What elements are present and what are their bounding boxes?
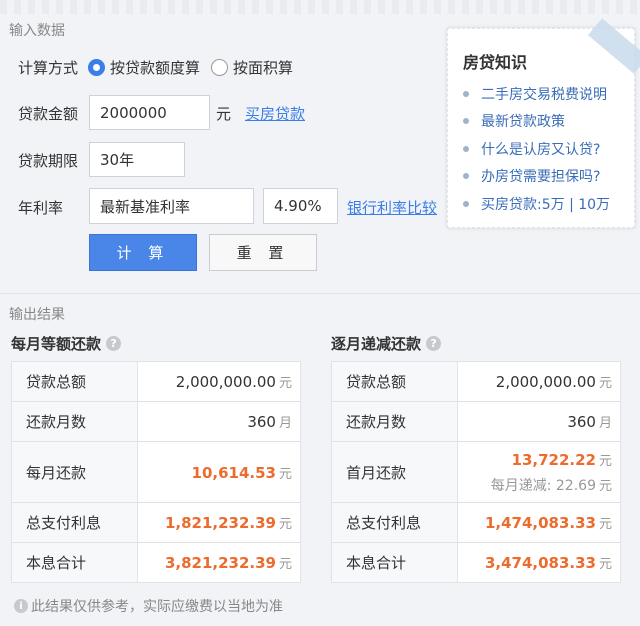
radio-by-loan-amount[interactable]: 按贷款额度算	[88, 57, 200, 78]
bullet-icon	[463, 173, 469, 180]
reset-button[interactable]: 重 置	[209, 234, 317, 271]
help-icon[interactable]: ?	[426, 336, 442, 351]
table-row: 还款月数 360 月	[11, 401, 301, 442]
loan-amount-label: 贷款金额	[18, 105, 79, 123]
row-value: 3,474,083.33 元	[457, 542, 621, 583]
output-section-title: 输出结果	[9, 307, 65, 323]
row-value: 2,000,000.00 元	[137, 361, 301, 402]
rate-value-input[interactable]: 4.90%	[263, 188, 338, 224]
table-row: 本息合计 3,474,083.33 元	[331, 542, 621, 583]
row-key: 还款月数	[331, 401, 458, 442]
row-value: 1,821,232.39 元	[137, 502, 301, 543]
rate-type-select[interactable]: 最新基准利率	[89, 188, 254, 224]
equal-payment-title: 每月等额还款 ?	[11, 333, 122, 354]
bullet-icon	[463, 118, 469, 125]
interest-rate-label: 年利率	[18, 199, 64, 217]
section-divider	[0, 293, 640, 294]
table-row: 贷款总额 2,000,000.00 元	[331, 361, 621, 402]
loan-amount-unit: 元	[216, 105, 232, 123]
knowledge-item-guarantee[interactable]: 办房贷需要担保吗?	[463, 163, 610, 191]
row-value: 2,000,000.00 元	[457, 361, 621, 402]
row-value: 1,474,083.33 元	[457, 502, 621, 543]
buy-house-loan-link[interactable]: 买房贷款	[245, 103, 305, 124]
row-value: 10,614.53 元	[137, 441, 301, 503]
row-key: 贷款总额	[11, 361, 138, 402]
table-row: 总支付利息 1,821,232.39 元	[11, 502, 301, 543]
loan-term-select[interactable]: 30年	[89, 142, 185, 177]
radio-by-area[interactable]: 按面积算	[211, 57, 293, 78]
decreasing-payment-table: 贷款总额 2,000,000.00 元 还款月数 360 月 首月还款 13,722…	[331, 361, 621, 583]
mortgage-knowledge-card: 房贷知识 二手房交易税费说明 最新贷款政策 什么是认房又认贷? 办房贷需要担保吗…	[447, 18, 640, 228]
row-key: 还款月数	[11, 401, 138, 442]
radio-by-area-label: 按面积算	[233, 59, 294, 77]
row-key: 每月还款	[11, 441, 138, 503]
row-key: 总支付利息	[11, 502, 138, 543]
knowledge-item-recognition[interactable]: 什么是认房又认贷?	[463, 135, 610, 163]
table-row: 还款月数 360 月	[331, 401, 621, 442]
calc-method-label: 计算方式	[18, 59, 79, 77]
row-key: 本息合计	[11, 542, 138, 583]
help-icon[interactable]: ?	[106, 336, 122, 351]
decreasing-payment-title: 逐月递减还款 ?	[331, 333, 442, 354]
bullet-icon	[463, 145, 469, 152]
row-value: 360 月	[457, 401, 621, 442]
row-value: 360 月	[137, 401, 301, 442]
row-key: 总支付利息	[331, 502, 458, 543]
knowledge-item-policy[interactable]: 最新贷款政策	[463, 108, 610, 136]
row-key: 贷款总额	[331, 361, 458, 402]
bullet-icon	[463, 90, 469, 97]
monthly-decrease-note: 每月递减: 22.69 元	[490, 477, 612, 494]
table-row: 本息合计 3,821,232.39 元	[11, 542, 301, 583]
loan-term-label: 贷款期限	[18, 152, 79, 170]
table-row: 首月还款 13,722.22 元 每月递减: 22.69 元	[331, 441, 621, 503]
knowledge-item-loan-amounts[interactable]: 买房贷款:5万 | 10万	[463, 190, 610, 218]
bullet-icon	[463, 200, 469, 207]
loan-amount-input[interactable]: 2000000	[89, 95, 210, 130]
info-icon: i	[14, 599, 28, 613]
row-key: 首月还款	[331, 441, 458, 503]
knowledge-title: 房贷知识	[463, 53, 528, 72]
calculate-button[interactable]: 计 算	[89, 234, 197, 271]
row-key: 本息合计	[331, 542, 458, 583]
table-row: 每月还款 10,614.53 元	[11, 441, 301, 503]
bank-rate-compare-link[interactable]: 银行利率比较	[347, 197, 437, 218]
disclaimer-note: i 此结果仅供参考，实际应缴费以当地为准	[14, 596, 283, 616]
row-value: 3,821,232.39 元	[137, 542, 301, 583]
equal-payment-table: 贷款总额 2,000,000.00 元 还款月数 360 月 每月还款 10,614…	[11, 361, 301, 583]
row-value: 13,722.22 元 每月递减: 22.69 元	[457, 441, 621, 503]
input-section-title: 输入数据	[9, 23, 65, 39]
knowledge-item-tax[interactable]: 二手房交易税费说明	[463, 80, 610, 108]
table-row: 贷款总额 2,000,000.00 元	[11, 361, 301, 402]
radio-by-loan-amount-label: 按贷款额度算	[110, 59, 201, 77]
tape-decoration	[587, 18, 640, 74]
knowledge-list: 二手房交易税费说明 最新贷款政策 什么是认房又认贷? 办房贷需要担保吗? 买房贷…	[463, 80, 610, 218]
radio-unchecked-icon[interactable]	[211, 59, 228, 76]
radio-checked-icon[interactable]	[88, 59, 105, 76]
table-row: 总支付利息 1,474,083.33 元	[331, 502, 621, 543]
page-top-edge	[0, 0, 640, 14]
